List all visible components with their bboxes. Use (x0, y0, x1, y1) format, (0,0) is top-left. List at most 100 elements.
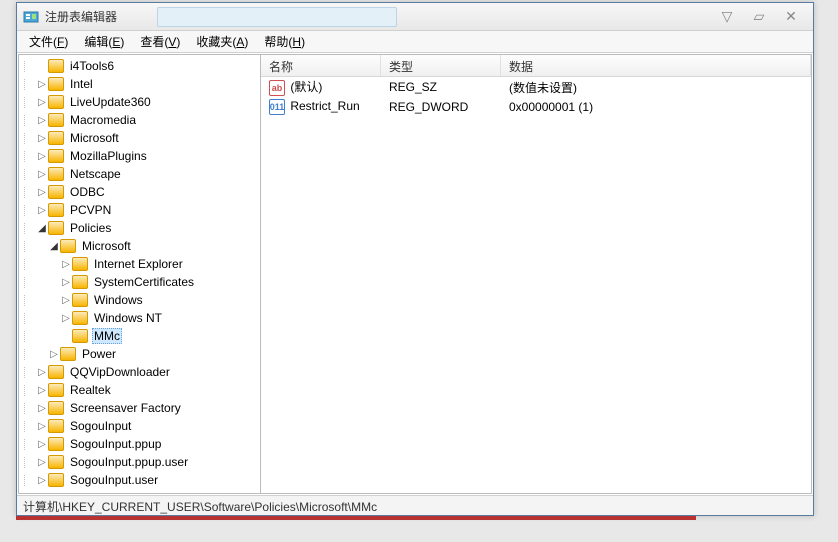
tree-label: Screensaver Factory (68, 401, 183, 415)
expand-icon[interactable]: ▷ (60, 295, 72, 306)
tree-item[interactable]: ·▷ODBC (19, 183, 260, 201)
tree-item[interactable]: ·▷QQVipDownloader (19, 363, 260, 381)
tree-label: i4Tools6 (68, 59, 116, 73)
tree-item[interactable]: ···▷SystemCertificates (19, 273, 260, 291)
tree-item[interactable]: ···▷Internet Explorer (19, 255, 260, 273)
folder-icon (48, 473, 64, 487)
tree-item[interactable]: ·▷Intel (19, 75, 260, 93)
tree-label: SogouInput.ppup (68, 437, 163, 451)
tree-item[interactable]: ·i4Tools6 (19, 57, 260, 75)
tree-label: PCVPN (68, 203, 113, 217)
menu-v[interactable]: 查看(V) (132, 31, 188, 52)
expand-icon[interactable]: ▷ (36, 79, 48, 90)
value-name: (默认) (287, 80, 322, 94)
minimize-button[interactable]: ▽ (717, 8, 737, 25)
tree-label: Power (80, 347, 118, 361)
tree-item[interactable]: ·▷Macromedia (19, 111, 260, 129)
collapse-icon[interactable]: ◢ (48, 241, 60, 252)
tree-item[interactable]: ·▷SogouInput.user (19, 471, 260, 489)
maximize-button[interactable]: ▱ (749, 8, 769, 25)
window-title: 注册表编辑器 (45, 8, 117, 25)
folder-icon (48, 203, 64, 217)
tree-item[interactable]: ·▷Screensaver Factory (19, 399, 260, 417)
folder-icon (48, 149, 64, 163)
tree-item[interactable]: ·▷SogouInput.ppup (19, 435, 260, 453)
value-data: (数值未设置) (501, 79, 811, 96)
status-path: 计算机\HKEY_CURRENT_USER\Software\Policies\… (23, 500, 377, 514)
tree-item[interactable]: ·▷MozillaPlugins (19, 147, 260, 165)
tree-item[interactable]: ·◢Policies (19, 219, 260, 237)
tree-item[interactable]: ···▷Windows (19, 291, 260, 309)
expand-icon[interactable]: ▷ (36, 421, 48, 432)
tree-label: Macromedia (68, 113, 138, 127)
expand-icon[interactable]: ▷ (36, 457, 48, 468)
list-header: 名称 类型 数据 (261, 55, 811, 77)
tree-item[interactable]: ·▷SogouInput (19, 417, 260, 435)
tree-label: Windows NT (92, 311, 164, 325)
tree-label: Realtek (68, 383, 113, 397)
tree-item[interactable]: ···▷Windows NT (19, 309, 260, 327)
menu-a[interactable]: 收藏夹(A) (188, 31, 256, 52)
expand-icon[interactable]: ▷ (36, 97, 48, 108)
expand-icon[interactable]: ▷ (36, 169, 48, 180)
folder-icon (48, 185, 64, 199)
background-ghost (157, 7, 397, 27)
tree-label: SogouInput.ppup.user (68, 455, 190, 469)
expand-icon[interactable]: ▷ (60, 313, 72, 324)
tree-label: MMc (92, 328, 122, 344)
menu-e[interactable]: 编辑(E) (76, 31, 132, 52)
close-button[interactable]: ✕ (781, 8, 801, 25)
tree-label: QQVipDownloader (68, 365, 172, 379)
expand-icon[interactable]: ▷ (36, 205, 48, 216)
collapse-icon[interactable]: ◢ (36, 223, 48, 234)
tree-label: Policies (68, 221, 113, 235)
expand-icon[interactable]: ▷ (36, 403, 48, 414)
tree-label: Microsoft (80, 239, 133, 253)
tree-label: Intel (68, 77, 95, 91)
folder-icon (72, 329, 88, 343)
tree-label: Netscape (68, 167, 123, 181)
folder-icon (72, 311, 88, 325)
tree-item[interactable]: ·▷Realtek (19, 381, 260, 399)
tree-item[interactable]: ··◢Microsoft (19, 237, 260, 255)
expand-icon[interactable]: ▷ (36, 385, 48, 396)
statusbar: 计算机\HKEY_CURRENT_USER\Software\Policies\… (17, 495, 813, 515)
string-value-icon: ab (269, 80, 285, 96)
menu-f[interactable]: 文件(F) (21, 31, 76, 52)
expand-icon[interactable]: ▷ (60, 277, 72, 288)
tree-item[interactable]: ·▷Microsoft (19, 129, 260, 147)
tree-item[interactable]: ·▷PCVPN (19, 201, 260, 219)
tree-item[interactable]: ··▷Power (19, 345, 260, 363)
tree-label: SogouInput (68, 419, 133, 433)
tree-item[interactable]: ·▷Netscape (19, 165, 260, 183)
tree-pane[interactable]: ·i4Tools6·▷Intel·▷LiveUpdate360·▷Macrome… (19, 55, 261, 493)
tree-label: Windows (92, 293, 145, 307)
expand-icon[interactable]: ▷ (36, 187, 48, 198)
folder-icon (48, 77, 64, 91)
tree-item[interactable]: ·▷SogouInput.ppup.user (19, 453, 260, 471)
expand-icon[interactable]: ▷ (36, 151, 48, 162)
expand-icon[interactable]: ▷ (36, 439, 48, 450)
value-row[interactable]: 011 Restrict_RunREG_DWORD0x00000001 (1) (261, 97, 811, 117)
titlebar[interactable]: 注册表编辑器 ▽ ▱ ✕ (17, 3, 813, 31)
expand-icon[interactable]: ▷ (36, 115, 48, 126)
col-type[interactable]: 类型 (381, 55, 501, 76)
menu-h[interactable]: 帮助(H) (256, 31, 313, 52)
folder-icon (48, 221, 64, 235)
expand-icon[interactable]: ▷ (60, 259, 72, 270)
tree-item[interactable]: ·▷LiveUpdate360 (19, 93, 260, 111)
list-pane[interactable]: 名称 类型 数据 ab (默认) REG_SZ(数值未设置)011 Restric… (261, 55, 811, 493)
tree-label: Microsoft (68, 131, 121, 145)
value-type: REG_SZ (381, 80, 501, 94)
tree-item[interactable]: ···MMc (19, 327, 260, 345)
expand-icon[interactable]: ▷ (36, 367, 48, 378)
expand-icon[interactable]: ▷ (48, 349, 60, 360)
folder-icon (48, 437, 64, 451)
tree-label: Internet Explorer (92, 257, 185, 271)
folder-icon (60, 239, 76, 253)
col-data[interactable]: 数据 (501, 55, 811, 76)
expand-icon[interactable]: ▷ (36, 475, 48, 486)
expand-icon[interactable]: ▷ (36, 133, 48, 144)
col-name[interactable]: 名称 (261, 55, 381, 76)
value-row[interactable]: ab (默认) REG_SZ(数值未设置) (261, 77, 811, 97)
